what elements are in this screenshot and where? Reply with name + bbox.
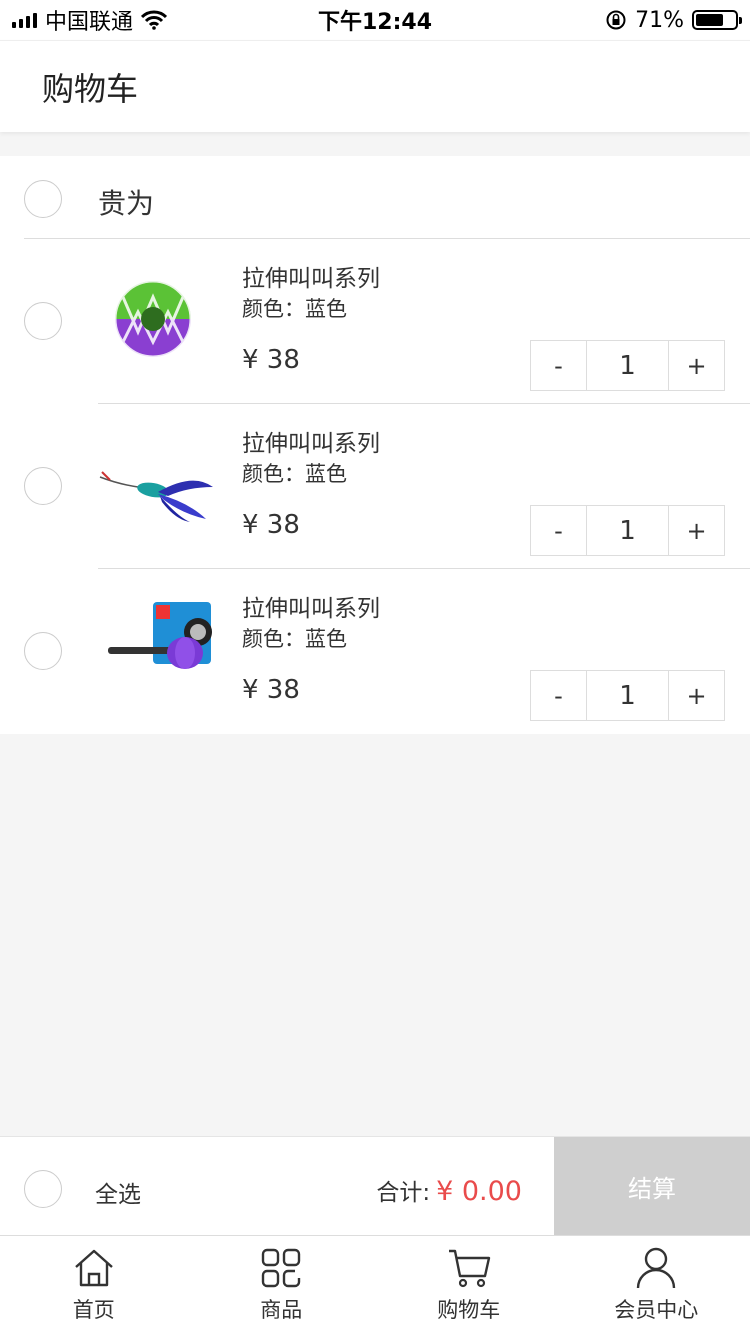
tab-label: 会员中心: [614, 1298, 699, 1322]
item-title[interactable]: 拉伸叫叫系列: [242, 424, 380, 458]
page-header: 购物车: [0, 40, 750, 132]
store-select-radio[interactable]: [24, 180, 62, 218]
product-image-push-toy[interactable]: [98, 587, 218, 707]
product-image-ball-toy[interactable]: [98, 257, 218, 377]
store-name: 贵为: [98, 187, 155, 220]
tab-member-center[interactable]: 会员中心: [563, 1236, 750, 1334]
status-right: 71%: [605, 7, 742, 33]
total-label: 合计:: [376, 1180, 431, 1206]
item-select-radio[interactable]: [24, 467, 62, 505]
signal-icon: [12, 12, 37, 28]
tab-label: 商品: [260, 1298, 303, 1322]
item-color: 颜色：蓝色: [242, 462, 347, 486]
total-value: ¥ 0.00: [436, 1176, 522, 1207]
item-title[interactable]: 拉伸叫叫系列: [242, 259, 380, 293]
home-icon: [74, 1249, 113, 1287]
item-price: ¥ 38: [242, 675, 300, 705]
quantity-stepper: - 1 +: [530, 505, 725, 556]
wifi-icon: [141, 10, 168, 30]
tab-label: 首页: [72, 1298, 115, 1322]
cart-item: 拉伸叫叫系列 颜色：蓝色 ¥ 38 - 1 +: [0, 569, 750, 734]
item-color: 颜色：蓝色: [242, 297, 347, 321]
cart-item: 拉伸叫叫系列 颜色：蓝色 ¥ 38 - 1 +: [0, 239, 750, 404]
quantity-stepper: - 1 +: [530, 340, 725, 391]
select-all-radio[interactable]: [24, 1170, 62, 1208]
user-icon: [637, 1247, 676, 1289]
total: 合计: ¥ 0.00: [376, 1173, 522, 1207]
cart-item: 拉伸叫叫系列 颜色：蓝色 ¥ 38 - 1 +: [0, 404, 750, 569]
decrease-button[interactable]: -: [531, 671, 586, 720]
select-all-label[interactable]: 全选: [95, 1175, 141, 1209]
tab-home[interactable]: 首页: [0, 1236, 188, 1334]
battery-fill: [696, 14, 723, 26]
quantity-value[interactable]: 1: [586, 341, 669, 390]
status-left: 中国联通: [12, 4, 168, 36]
battery-icon: [692, 10, 742, 30]
item-title[interactable]: 拉伸叫叫系列: [242, 589, 380, 623]
page-title: 购物车: [42, 69, 139, 108]
item-color: 颜色：蓝色: [242, 627, 347, 651]
item-price: ¥ 38: [242, 345, 300, 375]
grid-icon: [262, 1248, 301, 1288]
cart-icon: [448, 1249, 490, 1288]
tab-bar: 首页 商品 购物车 会员中心: [0, 1235, 750, 1334]
carrier: 中国联通: [45, 10, 134, 35]
tab-label: 购物车: [437, 1298, 501, 1322]
checkout-bar: 全选 合计: ¥ 0.00 结算: [0, 1136, 750, 1235]
cart-list: 贵为 拉伸叫叫系列 颜色：蓝色 ¥ 38 - 1 + 拉伸叫叫系列 颜色：蓝色 …: [0, 156, 750, 734]
quantity-value[interactable]: 1: [586, 671, 669, 720]
quantity-value[interactable]: 1: [586, 506, 669, 555]
item-price: ¥ 38: [242, 510, 300, 540]
orientation-lock-icon: [606, 10, 626, 30]
increase-button[interactable]: +: [669, 671, 724, 720]
decrease-button[interactable]: -: [531, 506, 586, 555]
settle-button[interactable]: 结算: [554, 1137, 750, 1235]
tab-cart[interactable]: 购物车: [375, 1236, 563, 1334]
quantity-stepper: - 1 +: [530, 670, 725, 721]
increase-button[interactable]: +: [669, 506, 724, 555]
status-bar: 中国联通 下午12:44 71%: [0, 0, 750, 40]
battery-percent: 71%: [635, 7, 684, 33]
store-row: 贵为: [0, 156, 750, 239]
item-select-radio[interactable]: [24, 302, 62, 340]
product-image-feather-toy[interactable]: [98, 422, 218, 542]
item-select-radio[interactable]: [24, 632, 62, 670]
tab-products[interactable]: 商品: [188, 1236, 376, 1334]
increase-button[interactable]: +: [669, 341, 724, 390]
decrease-button[interactable]: -: [531, 341, 586, 390]
